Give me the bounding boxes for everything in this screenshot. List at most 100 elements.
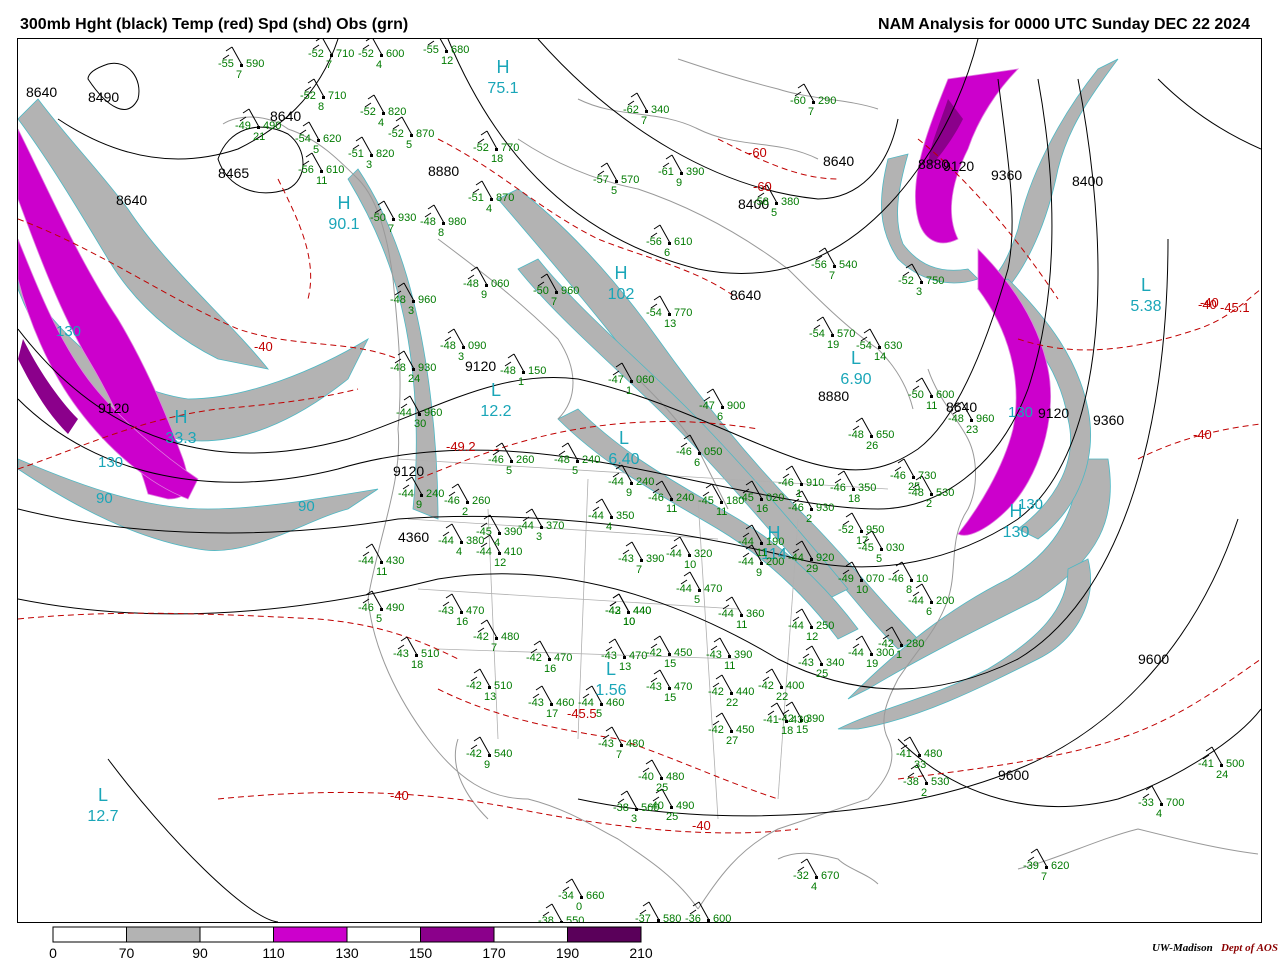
obs-dewpoint-depression: 9	[481, 289, 487, 301]
obs-temperature: -45	[738, 492, 754, 504]
obs-height: 770	[501, 142, 519, 154]
low-center-marker: L	[619, 428, 629, 448]
obs-dewpoint-depression: 24	[408, 373, 420, 385]
center-value: 33.3	[165, 430, 196, 447]
obs-height: 960	[418, 294, 436, 306]
temperature-label: -40	[1198, 297, 1217, 312]
obs-height: 540	[494, 748, 512, 760]
obs-temperature: -43	[601, 650, 617, 662]
station-dot	[317, 139, 320, 142]
obs-temperature: -47	[608, 374, 624, 386]
obs-temperature: -52	[388, 128, 404, 140]
obs-height: 490	[263, 120, 281, 132]
obs-temperature: -52	[308, 48, 324, 60]
obs-temperature: -47	[699, 400, 715, 412]
obs-height: 260	[472, 495, 490, 507]
colorbar-swatch	[126, 926, 201, 943]
obs-dewpoint-depression: 19	[866, 658, 878, 670]
obs-temperature: -36	[685, 913, 701, 922]
station-dot	[1045, 866, 1048, 869]
obs-dewpoint-depression: 5	[506, 465, 512, 477]
obs-temperature: -44	[588, 510, 604, 522]
obs-temperature: -46	[778, 477, 794, 489]
temperature-label: -49.2	[446, 439, 476, 454]
obs-height: 590	[246, 58, 264, 70]
obs-temperature: -42	[708, 686, 724, 698]
colorbar-swatch	[52, 926, 127, 943]
obs-height: 470	[629, 650, 647, 662]
obs-temperature: -48	[440, 340, 456, 352]
obs-dewpoint-depression: 6	[694, 457, 700, 469]
obs-temperature: -48	[390, 362, 406, 374]
credit-org: UW-Madison	[1151, 942, 1213, 954]
obs-temperature: -56	[811, 259, 827, 271]
station-dot	[852, 488, 855, 491]
obs-dewpoint-depression: 16	[456, 616, 468, 628]
station-dot	[760, 498, 763, 501]
station-dot	[800, 483, 803, 486]
obs-temperature: -38	[613, 802, 629, 814]
station-dot	[495, 637, 498, 640]
station-dot	[721, 406, 724, 409]
obs-dewpoint-depression: 12	[441, 55, 453, 67]
obs-height: 660	[586, 890, 604, 902]
station-dot	[490, 198, 493, 201]
temperature-label: -40	[254, 339, 273, 354]
obs-height: 480	[666, 771, 684, 783]
station-dot	[912, 476, 915, 479]
obs-height: 240	[636, 476, 654, 488]
obs-temperature: -44	[718, 608, 734, 620]
obs-height: 930	[418, 362, 436, 374]
station-dot	[668, 313, 671, 316]
obs-dewpoint-depression: 26	[866, 440, 878, 452]
colorbar-swatch	[273, 926, 348, 943]
obs-height: 910	[806, 477, 824, 489]
obs-dewpoint-depression: 4	[1156, 808, 1162, 820]
obs-dewpoint-depression: 3	[408, 305, 414, 317]
height-label: 8880	[428, 163, 459, 179]
center-value: 90.1	[328, 216, 359, 233]
obs-dewpoint-depression: 16	[544, 663, 556, 675]
obs-temperature: -43	[528, 697, 544, 709]
temperature-label: -60	[748, 145, 767, 160]
center-value: 12.2	[480, 403, 511, 420]
obs-dewpoint-depression: 6	[664, 247, 670, 259]
obs-dewpoint-depression: 7	[551, 296, 557, 308]
station-dot	[910, 579, 913, 582]
obs-height: 260	[516, 454, 534, 466]
station-dot	[780, 686, 783, 689]
station-dot	[466, 501, 469, 504]
obs-dewpoint-depression: 9	[626, 487, 632, 499]
obs-temperature: -39	[1023, 860, 1039, 872]
station-dot	[970, 419, 973, 422]
low-center-marker: L	[491, 380, 501, 400]
obs-temperature: -44	[396, 407, 412, 419]
obs-height: 350	[858, 482, 876, 494]
station-dot	[930, 601, 933, 604]
colorbar-swatch	[567, 926, 642, 943]
station-dot	[410, 134, 413, 137]
obs-temperature: -50	[908, 389, 924, 401]
obs-dewpoint-depression: 5	[376, 613, 382, 625]
height-label: 9600	[998, 767, 1029, 783]
obs-dewpoint-depression: 1	[518, 376, 524, 388]
obs-height: 610	[674, 236, 692, 248]
obs-dewpoint-depression: 5	[876, 553, 882, 565]
obs-dewpoint-depression: 0	[576, 901, 582, 913]
station-dot	[740, 614, 743, 617]
obs-temperature: -44	[666, 548, 682, 560]
station-dot	[550, 703, 553, 706]
obs-height: 430	[386, 555, 404, 567]
center-value: 12.7	[87, 808, 118, 825]
obs-temperature: -54	[809, 328, 825, 340]
obs-height: 190	[766, 536, 784, 548]
obs-dewpoint-depression: 2	[462, 506, 468, 518]
obs-temperature: -42	[708, 724, 724, 736]
isotach-label: 130	[1008, 404, 1033, 421]
obs-temperature: -44	[788, 552, 804, 564]
obs-height: 580	[663, 913, 681, 922]
station-dot	[420, 494, 423, 497]
station-dot	[1220, 764, 1223, 767]
height-label: 8465	[218, 165, 249, 181]
station-dot	[878, 346, 881, 349]
